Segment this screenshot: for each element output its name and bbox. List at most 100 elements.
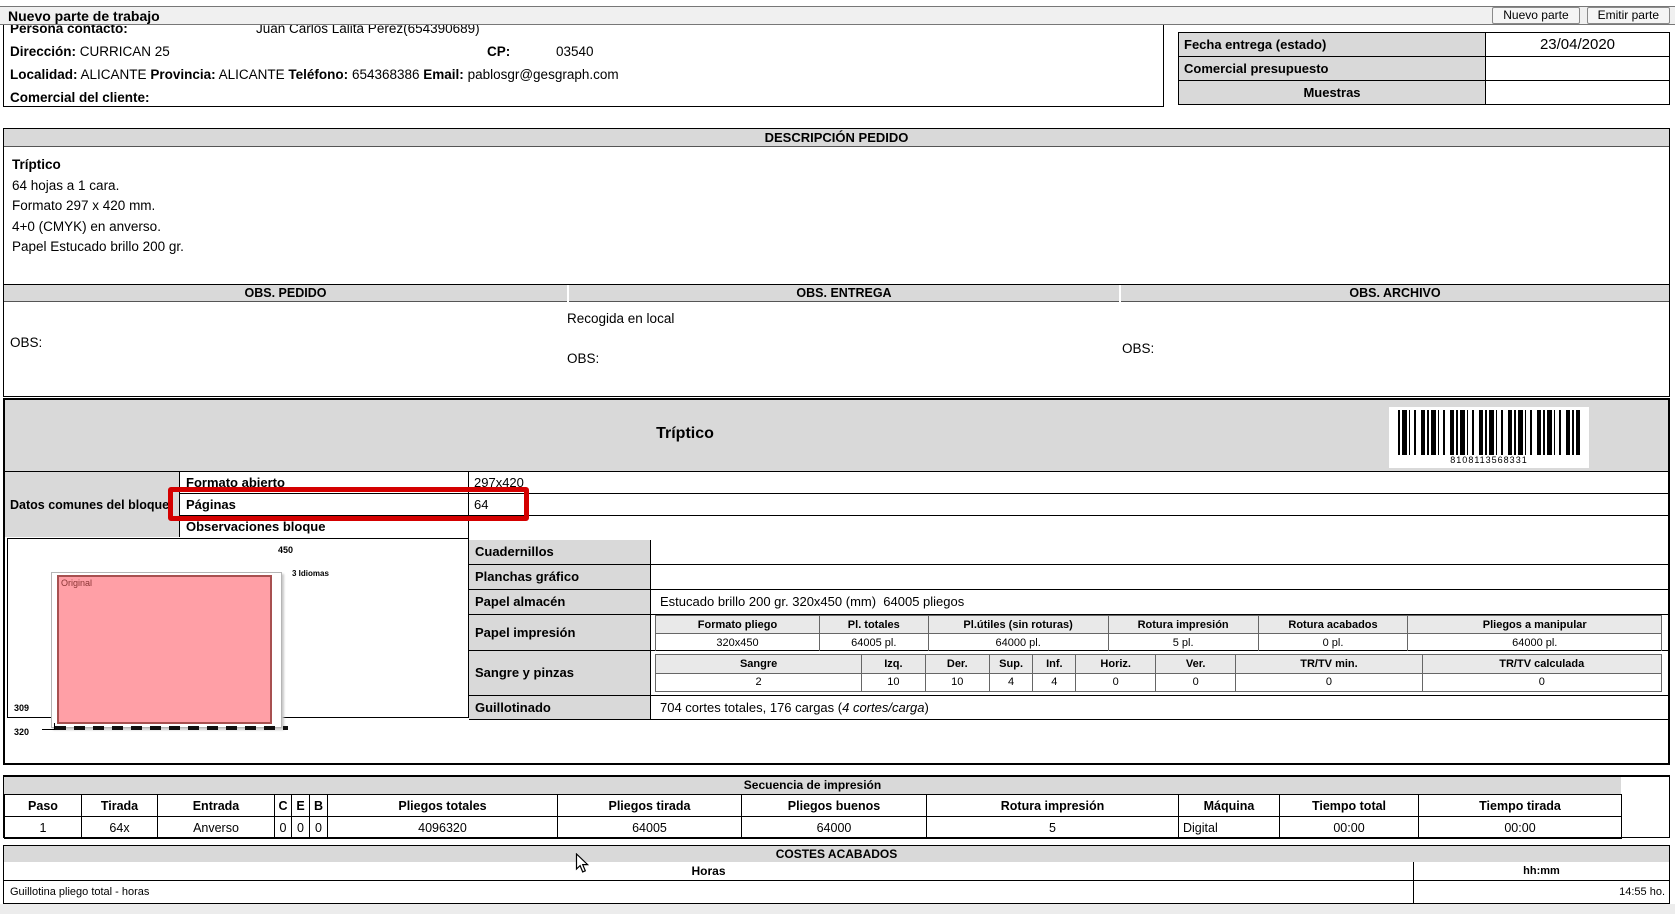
papel-impresion-header: Rotura impresión (1108, 616, 1258, 634)
papel-impresion-value: Formato pliego Pl. totales Pl.útiles (si… (651, 615, 1668, 650)
sangre-cell: 10 (862, 673, 925, 692)
descripcion-title: Tríptico (12, 155, 1661, 176)
papel-impresion-header: Formato pliego (656, 616, 820, 634)
secuencia-value-row: 1 64x Anverso 0 0 0 4096320 64005 64000 … (5, 817, 1622, 839)
email-label: Email: (423, 67, 464, 82)
sangre-header: Ver. (1155, 655, 1235, 674)
localidad-value: ALICANTE (81, 67, 147, 82)
secuencia-cell: 00:00 (1280, 817, 1419, 839)
secuencia-cell: 64000 (742, 817, 927, 839)
guillotinado-row: Guillotinado 704 cortes totales, 176 car… (469, 696, 1668, 720)
guillotinado-value: 704 cortes totales, 176 cargas (4 cortes… (651, 696, 1668, 719)
secuencia-header: Tiempo total (1280, 795, 1419, 817)
obs-headers: OBS. PEDIDO OBS. ENTREGA OBS. ARCHIVO (4, 285, 1669, 302)
preview-crop-mark (42, 723, 55, 730)
secuencia-header-row: Paso Tirada Entrada C E B Pliegos totale… (5, 795, 1622, 817)
costes-title: COSTES ACABADOS (4, 846, 1669, 862)
fecha-entrega-value[interactable]: 23/04/2020 (1486, 33, 1670, 57)
secuencia-header: Máquina (1179, 795, 1280, 817)
secuencia-header: Tiempo tirada (1419, 795, 1622, 817)
preview-perforation-line (55, 726, 288, 730)
descripcion-pedido-header: DESCRIPCIÓN PEDIDO (4, 129, 1669, 147)
observaciones-bloque-value[interactable] (469, 516, 1668, 538)
guillotinado-label: Guillotinado (469, 696, 651, 719)
descripcion-pedido-section: DESCRIPCIÓN PEDIDO Tríptico 64 hojas a 1… (3, 128, 1670, 286)
secuencia-cell: 4096320 (328, 817, 558, 839)
papel-impresion-header: Pl.útiles (sin roturas) (928, 616, 1108, 634)
obs-entrega-header: OBS. ENTREGA (569, 285, 1119, 302)
descripcion-line: Papel Estucado brillo 200 gr. (12, 237, 1661, 258)
cuadernillos-label: Cuadernillos (469, 540, 651, 564)
titlebar-buttons: Nuevo parte Emitir parte (1492, 7, 1675, 24)
papel-impresion-header-row: Formato pliego Pl. totales Pl.útiles (si… (656, 616, 1662, 634)
direccion-label: Dirección: (10, 44, 76, 59)
papel-impresion-cell: 64005 pl. (819, 634, 928, 652)
papel-almacen-row: Papel almacén Estucado brillo 200 gr. 32… (469, 590, 1668, 615)
cuadernillos-row: Cuadernillos (469, 540, 1668, 565)
comercial-cliente-label: Comercial del cliente: (10, 90, 150, 105)
paginas-highlight-annotation (168, 487, 529, 521)
sangre-cell: 0 (1076, 673, 1155, 692)
provincia-label: Provincia: (150, 67, 215, 82)
planchas-row: Planchas gráfico (469, 565, 1668, 590)
cuadernillos-value (651, 540, 1668, 564)
obs-pedido-value: OBS: (10, 335, 42, 350)
sangre-pinzas-value: Sangre Izq. Der. Sup. Inf. Horiz. Ver. T… (651, 651, 1668, 695)
secuencia-cell: 5 (927, 817, 1179, 839)
papel-almacen-value: Estucado brillo 200 gr. 320x450 (mm) 640… (651, 590, 1668, 614)
client-locality-row: Localidad: ALICANTE Provincia: ALICANTE … (4, 63, 1163, 86)
bottom-strip (0, 904, 1675, 914)
secuencia-header: Tirada (82, 795, 158, 817)
emitir-parte-button[interactable]: Emitir parte (1587, 7, 1670, 24)
sangre-header: Horiz. (1076, 655, 1155, 674)
secuencia-header: Pliegos tirada (558, 795, 742, 817)
product-block-section: Tríptico 8108113568331 Datos comunes del… (3, 398, 1670, 765)
secuencia-title: Secuencia de impresión (4, 777, 1621, 794)
muestras-value[interactable] (1486, 81, 1670, 105)
obs-entrega-note: Recogida en local (567, 311, 674, 326)
secuencia-header: Entrada (158, 795, 275, 817)
papel-impresion-header: Rotura acabados (1258, 616, 1408, 634)
planchas-label: Planchas gráfico (469, 565, 651, 589)
papel-impresion-cell: 64000 pl. (1408, 634, 1662, 652)
barcode-bars-icon (1398, 410, 1580, 455)
sangre-cell: 0 (1236, 673, 1422, 692)
secuencia-header: Pliegos totales (328, 795, 558, 817)
titlebar: Nuevo parte de trabajo Nuevo parte Emiti… (0, 6, 1675, 25)
client-address-row: Dirección: CURRICAN 25 CP: 03540 (4, 40, 1163, 63)
sangre-value-row: 2 10 10 4 4 0 0 0 0 (656, 673, 1662, 692)
guillotinado-text: ) (924, 700, 928, 715)
secuencia-table: Paso Tirada Entrada C E B Pliegos totale… (4, 794, 1622, 839)
cp-label: CP: (487, 40, 510, 63)
comercial-presupuesto-row: Comercial presupuesto (1179, 57, 1670, 81)
secuencia-header: Rotura impresión (927, 795, 1179, 817)
obs-section: OBS. PEDIDO OBS. ENTREGA OBS. ARCHIVO OB… (3, 284, 1670, 397)
papel-impresion-label: Papel impresión (469, 615, 651, 650)
papel-impresion-value-row: 320x450 64005 pl. 64000 pl. 5 pl. 0 pl. … (656, 634, 1662, 652)
costes-row-label: Guillotina pliego total - horas (4, 881, 1414, 903)
muestras-row: Muestras (1179, 81, 1670, 105)
comercial-presupuesto-value[interactable] (1486, 57, 1670, 81)
nuevo-parte-button[interactable]: Nuevo parte (1492, 7, 1579, 24)
papel-impresion-cell: 5 pl. (1108, 634, 1258, 652)
papel-impresion-cell: 64000 pl. (928, 634, 1108, 652)
papel-impresion-header: Pliegos a manipular (1408, 616, 1662, 634)
persona-contacto-value: Juan Carlos Lalita Perez(654390689) (256, 25, 480, 40)
costes-table: Horas hh:mm Guillotina pliego total - ho… (4, 862, 1669, 903)
muestras-label: Muestras (1179, 81, 1486, 105)
paginas-value[interactable]: 64 (469, 494, 1668, 515)
descripcion-line: Formato 297 x 420 mm. (12, 196, 1661, 217)
sangre-cell: 2 (656, 673, 862, 692)
papel-impresion-cell: 0 pl. (1258, 634, 1408, 652)
papel-impresion-cell: 320x450 (656, 634, 820, 652)
sangre-header: Sup. (989, 655, 1032, 674)
sangre-header: Der. (925, 655, 989, 674)
mouse-cursor-icon (575, 853, 590, 879)
formato-abierto-value[interactable]: 297x420 (469, 472, 1668, 493)
client-contact-row: Persona contacto: Juan Carlos Lalita Per… (4, 25, 1163, 40)
secuencia-header: Pliegos buenos (742, 795, 927, 817)
obs-archivo-value: OBS: (1122, 341, 1154, 356)
sangre-cell: 10 (925, 673, 989, 692)
secuencia-header: C (275, 795, 292, 817)
costes-row-value: 14:55 ho. (1414, 881, 1669, 903)
